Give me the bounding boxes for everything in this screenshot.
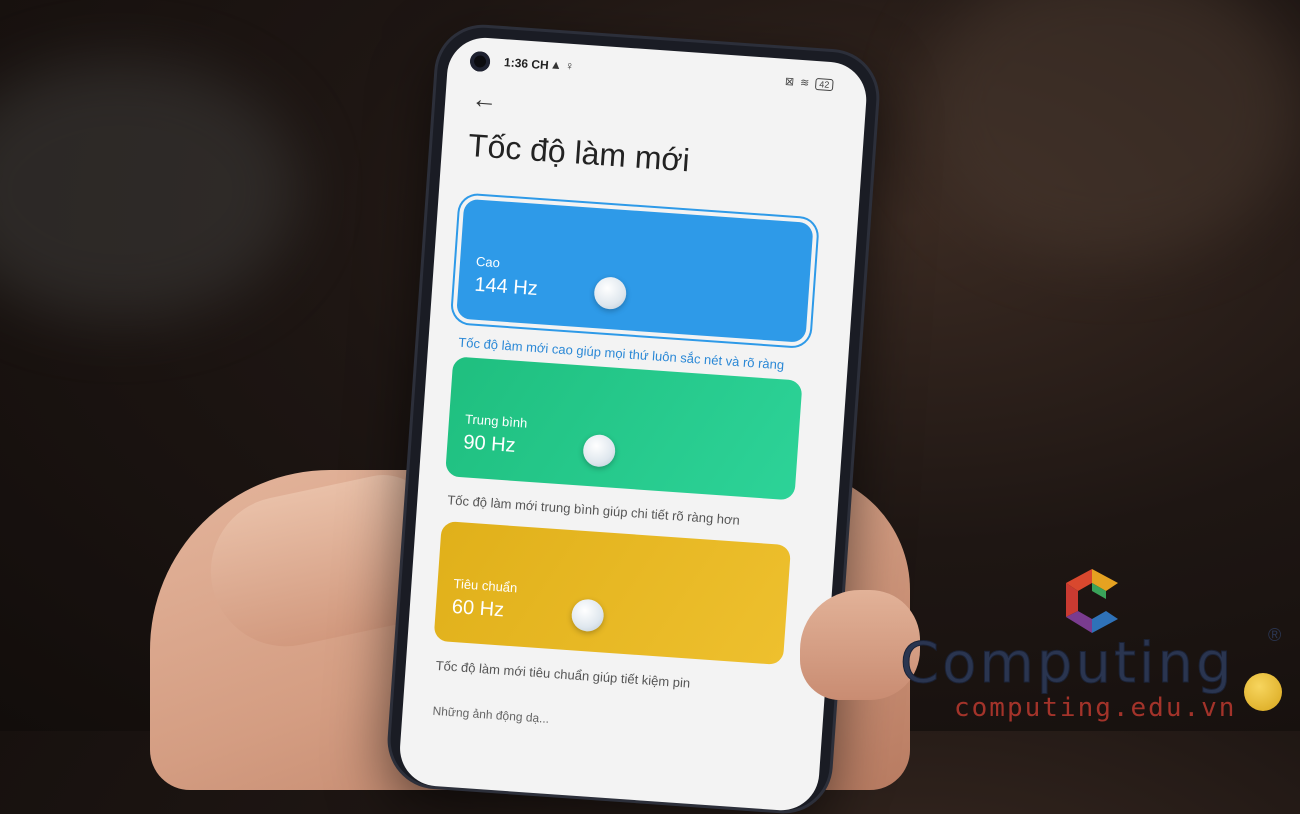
- status-right: ⊠ ≋ 42: [785, 75, 834, 91]
- status-time: 1:36 CH: [503, 55, 550, 73]
- selection-knob: [582, 433, 617, 468]
- phone: 1:36 CH ▲ ♀ ⊠ ≋ 42 ← Tốc độ làm mới Cao …: [387, 24, 880, 814]
- registered-mark: ®: [1268, 625, 1282, 645]
- phone-screen: 1:36 CH ▲ ♀ ⊠ ≋ 42 ← Tốc độ làm mới Cao …: [397, 35, 869, 813]
- option-label: Cao: [475, 253, 501, 271]
- selection-knob: [570, 598, 605, 633]
- logo-coin-icon: [1244, 673, 1282, 711]
- logo-wordmark: Computing: [900, 631, 1235, 697]
- status-icons: ▲ ♀: [549, 57, 575, 74]
- logo-url: computing.edu.vn: [954, 693, 1237, 723]
- option-value: 144 Hz: [473, 273, 539, 301]
- refresh-option-standard[interactable]: Tiêu chuẩn 60 Hz: [433, 520, 792, 666]
- selection-knob: [593, 276, 628, 311]
- computing-logo: Computing ® computing.edu.vn: [900, 565, 1300, 731]
- front-camera: [469, 50, 491, 73]
- sim-icon: ⊠: [784, 75, 795, 89]
- page-title: Tốc độ làm mới: [466, 126, 691, 179]
- option-description-standard: Tốc độ làm mới tiêu chuẩn giúp tiết kiệm…: [435, 657, 691, 691]
- refresh-option-high[interactable]: Cao 144 Hz: [456, 198, 814, 343]
- option-value: 90 Hz: [462, 431, 517, 457]
- option-value: 60 Hz: [451, 595, 505, 622]
- wifi-icon: ≋: [799, 76, 810, 90]
- option-label: Tiêu chuẩn: [453, 575, 518, 596]
- logo-mark-icon: [1066, 569, 1118, 633]
- back-arrow-icon[interactable]: ←: [470, 83, 498, 116]
- option-label: Trung bình: [464, 411, 528, 431]
- footer-text: Những ảnh động dạ...: [432, 703, 550, 726]
- refresh-option-medium[interactable]: Trung bình 90 Hz: [445, 356, 803, 501]
- battery-icon: 42: [814, 77, 834, 91]
